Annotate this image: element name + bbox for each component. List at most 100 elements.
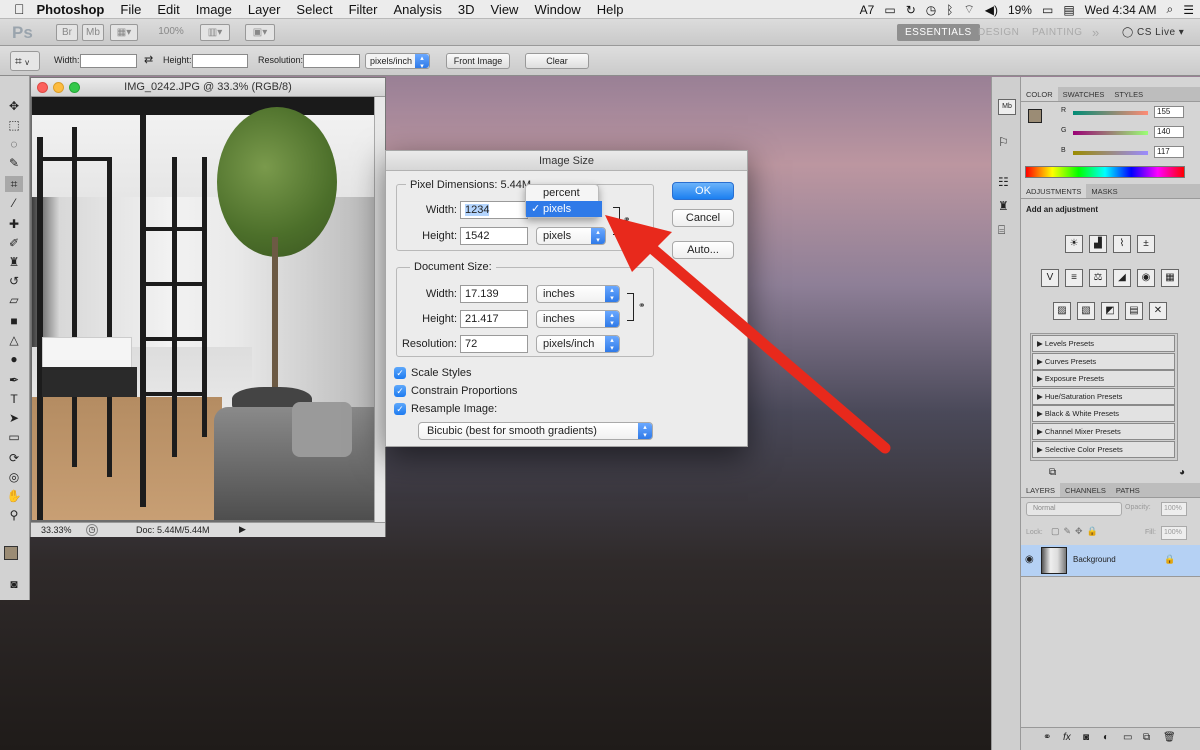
tab-layers[interactable]: LAYERS bbox=[1021, 483, 1061, 497]
preset-levels[interactable]: ▶ Levels Presets bbox=[1032, 335, 1175, 352]
crop-tool-icon[interactable]: ⌗ bbox=[5, 176, 23, 192]
channel-mixer-icon[interactable]: ▦ bbox=[1161, 269, 1179, 287]
black-white-icon[interactable]: ◢ bbox=[1113, 269, 1131, 287]
color-balance-icon[interactable]: ⚖ bbox=[1089, 269, 1107, 287]
path-selection-tool-icon[interactable]: ➤ bbox=[5, 410, 23, 426]
pixel-height-unit-select[interactable]: pixels ▴ ▾ bbox=[536, 227, 606, 245]
close-window-icon[interactable] bbox=[37, 82, 48, 93]
history-panel-icon[interactable]: ⚐ bbox=[998, 135, 1009, 149]
tab-paths[interactable]: PATHS bbox=[1111, 483, 1145, 497]
fill-input[interactable]: 100% bbox=[1161, 526, 1187, 540]
curves-icon[interactable]: ⌇ bbox=[1113, 235, 1131, 253]
bridge-button[interactable]: Br bbox=[56, 24, 78, 41]
menu-view[interactable]: View bbox=[483, 2, 527, 17]
delete-layer-icon[interactable]: 🗑 bbox=[1163, 732, 1176, 743]
bluetooth-icon[interactable]: ᛒ bbox=[946, 3, 953, 17]
document-title-bar[interactable]: IMG_0242.JPG @ 33.3% (RGB/8) bbox=[31, 78, 385, 97]
menu-select[interactable]: Select bbox=[288, 2, 340, 17]
zoom-level[interactable]: 100% bbox=[150, 24, 192, 41]
tab-masks[interactable]: MASKS bbox=[1086, 184, 1122, 198]
resample-image-checkbox[interactable]: ✓ Resample Image: bbox=[394, 403, 497, 415]
wifi-icon[interactable]: ⌔ bbox=[963, 2, 974, 17]
adjustment-panel-icon[interactable]: ☷ bbox=[998, 175, 1009, 189]
layer-row-background[interactable]: ◉ Background 🔒 bbox=[1021, 545, 1200, 577]
time-machine-icon[interactable]: ◷ bbox=[926, 3, 936, 17]
menu-filter[interactable]: Filter bbox=[341, 2, 386, 17]
gradient-map-icon[interactable]: ▤ bbox=[1125, 302, 1143, 320]
clone-source-panel-icon[interactable]: ♜ bbox=[998, 199, 1009, 213]
photo-filter-icon[interactable]: ◉ bbox=[1137, 269, 1155, 287]
r-slider[interactable] bbox=[1073, 111, 1148, 115]
exposure-icon[interactable]: ± bbox=[1137, 235, 1155, 253]
tab-color[interactable]: COLOR bbox=[1021, 87, 1058, 101]
layer-visibility-eye-icon[interactable]: ◉ bbox=[1025, 554, 1034, 565]
b-slider[interactable] bbox=[1073, 151, 1148, 155]
zoom-percentage-field[interactable]: 33.33% bbox=[41, 525, 72, 535]
workspace-painting[interactable]: PAINTING bbox=[1032, 24, 1082, 41]
menu-help[interactable]: Help bbox=[589, 2, 632, 17]
marquee-tool-icon[interactable]: ⬚ bbox=[5, 117, 23, 133]
foreground-color-swatch[interactable] bbox=[4, 546, 18, 560]
doc-width-input[interactable]: 17.139 bbox=[460, 285, 528, 303]
battery-icon[interactable]: ▭ bbox=[1042, 3, 1053, 17]
clone-stamp-tool-icon[interactable]: ♜ bbox=[5, 254, 23, 270]
3d-rotate-tool-icon[interactable]: ⟳ bbox=[5, 450, 23, 466]
adobe-icon[interactable]: A7 bbox=[860, 3, 875, 17]
workspace-design[interactable]: DESIGN bbox=[978, 24, 1019, 41]
zoom-tool-icon[interactable]: ⚲ bbox=[5, 507, 23, 523]
lock-options-icons[interactable]: ▢✎✥🔒 bbox=[1051, 526, 1102, 537]
brightness-contrast-icon[interactable]: ☀ bbox=[1065, 235, 1083, 253]
front-image-button[interactable]: Front Image bbox=[446, 53, 510, 69]
preset-exposure[interactable]: ▶ Exposure Presets bbox=[1032, 370, 1175, 387]
pixel-width-input[interactable]: 1234 bbox=[460, 201, 528, 219]
color-foreground-swatch[interactable] bbox=[1028, 109, 1042, 123]
volume-icon[interactable]: ◀) bbox=[985, 3, 998, 17]
new-adjustment-layer-icon[interactable]: ◐ bbox=[1103, 732, 1109, 743]
workspace-essentials[interactable]: ESSENTIALS bbox=[897, 24, 980, 41]
preset-channel-mixer[interactable]: ▶ Channel Mixer Presets bbox=[1032, 423, 1175, 440]
status-info-icon[interactable]: ◷ bbox=[86, 524, 98, 536]
type-tool-icon[interactable]: T bbox=[5, 391, 23, 407]
hand-tool-icon[interactable]: ✋ bbox=[5, 488, 23, 504]
color-spectrum-ramp[interactable] bbox=[1025, 166, 1185, 178]
invert-icon[interactable]: ▨ bbox=[1053, 302, 1071, 320]
tool-presets-panel-icon[interactable]: ⌸ bbox=[998, 223, 1005, 238]
healing-brush-tool-icon[interactable]: ✚ bbox=[5, 216, 23, 232]
history-brush-tool-icon[interactable]: ↺ bbox=[5, 273, 23, 289]
apple-menu-icon[interactable]:  bbox=[0, 1, 31, 17]
new-group-icon[interactable]: ▭ bbox=[1123, 732, 1132, 743]
search-icon[interactable]: ⌕ bbox=[1167, 2, 1174, 17]
arrange-documents-button[interactable]: ▥▾ bbox=[200, 24, 230, 41]
mini-bridge-button[interactable]: Mb bbox=[82, 24, 104, 41]
crop-height-input[interactable] bbox=[192, 54, 248, 68]
layer-name[interactable]: Background bbox=[1073, 555, 1116, 564]
add-mask-icon[interactable]: ◙ bbox=[1083, 732, 1089, 743]
minimize-window-icon[interactable] bbox=[53, 82, 64, 93]
pixel-height-input[interactable]: 1542 bbox=[460, 227, 528, 245]
g-value-input[interactable]: 140 bbox=[1154, 126, 1184, 138]
eyedropper-tool-icon[interactable]: ⁄ bbox=[5, 195, 23, 211]
menu-edit[interactable]: Edit bbox=[149, 2, 187, 17]
battery-percent[interactable]: 19% bbox=[1008, 3, 1032, 17]
crop-resolution-input[interactable] bbox=[303, 54, 360, 68]
preset-selective-color[interactable]: ▶ Selective Color Presets bbox=[1032, 441, 1175, 458]
tab-styles[interactable]: STYLES bbox=[1109, 87, 1148, 101]
menu-analysis[interactable]: Analysis bbox=[385, 2, 449, 17]
view-extras-button[interactable]: ▦▾ bbox=[110, 24, 138, 41]
r-value-input[interactable]: 155 bbox=[1154, 106, 1184, 118]
swap-icon[interactable]: ⇄ bbox=[144, 53, 153, 66]
menu-image[interactable]: Image bbox=[188, 2, 240, 17]
resolution-unit-select[interactable]: pixels/inch ▴ ▾ bbox=[365, 53, 430, 70]
hue-saturation-icon[interactable]: ≡ bbox=[1065, 269, 1083, 287]
preset-hue-saturation[interactable]: ▶ Hue/Saturation Presets bbox=[1032, 388, 1175, 405]
document-vertical-scrollbar[interactable] bbox=[374, 97, 385, 522]
3d-orbit-tool-icon[interactable]: ◎ bbox=[5, 469, 23, 485]
pen-tool-icon[interactable]: ✒ bbox=[5, 372, 23, 388]
status-menu-arrow-icon[interactable]: ▶ bbox=[239, 524, 246, 535]
rectangle-tool-icon[interactable]: ▭ bbox=[5, 429, 23, 445]
sync-icon[interactable]: ↻ bbox=[906, 3, 916, 17]
cs-live-button[interactable]: ◯ CS Live ▾ bbox=[1122, 24, 1184, 41]
notification-icon[interactable]: ☰ bbox=[1183, 3, 1194, 17]
threshold-icon[interactable]: ◩ bbox=[1101, 302, 1119, 320]
gradient-tool-icon[interactable]: ■ bbox=[5, 313, 23, 329]
